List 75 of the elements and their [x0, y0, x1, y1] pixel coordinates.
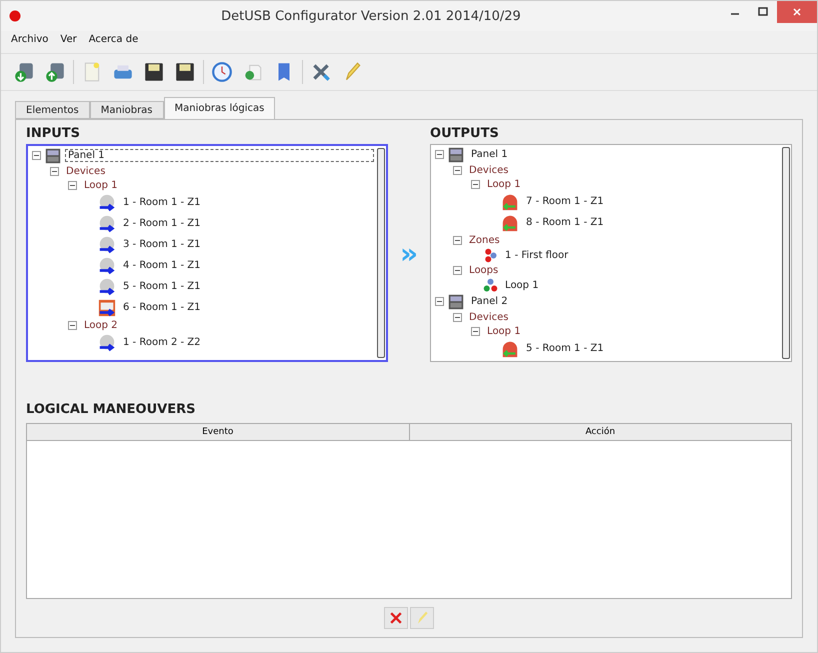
collapse-toggle-icon[interactable] [68, 180, 77, 190]
tree-item[interactable]: Loop 1 [484, 324, 524, 338]
tree-item[interactable]: Devices [466, 310, 512, 324]
scrollbar[interactable] [782, 147, 790, 359]
tree-item[interactable]: Panel 1 [468, 148, 511, 161]
collapse-toggle-icon[interactable] [50, 166, 59, 176]
collapse-toggle-icon[interactable] [68, 320, 77, 330]
collapse-toggle-icon[interactable] [435, 150, 444, 159]
tab[interactable]: Maniobras lógicas [164, 97, 276, 119]
detector-icon [98, 194, 116, 212]
tree-item[interactable]: 3 - Room 1 - Z1 [120, 238, 204, 251]
tree-item[interactable]: 1 - Room 1 - Z1 [120, 196, 204, 209]
tree-item[interactable]: Loop 2 [81, 318, 121, 332]
control-panel-icon [45, 148, 61, 164]
control-panel-icon [448, 146, 464, 162]
tree-item[interactable]: Devices [466, 164, 512, 176]
tab[interactable]: Elementos [15, 101, 90, 119]
scrollbar[interactable] [376, 148, 385, 358]
menu-item[interactable]: Acerca de [84, 34, 142, 50]
sounder-icon [501, 340, 520, 358]
tree-item[interactable]: 1 - Room 2 - Z2 [120, 336, 204, 349]
download-icon [13, 61, 35, 83]
upload-icon [44, 61, 66, 83]
column-header[interactable]: Evento [27, 424, 410, 441]
detector-icon [98, 278, 116, 296]
tree-item[interactable]: 4 - Room 1 - Z1 [120, 259, 204, 272]
tree-item[interactable]: 6 - Room 1 - Z1 [120, 301, 204, 314]
control-panel-icon [448, 294, 464, 310]
window-title: DetUSB Configurator Version 2.01 2014/10/29 [220, 8, 522, 24]
tree-item[interactable]: Panel 1 [65, 149, 374, 162]
zone-icon [483, 248, 498, 262]
sounder-icon [501, 192, 520, 210]
cross-icon [388, 610, 404, 626]
delete-button[interactable] [384, 607, 408, 629]
column-header[interactable]: Acción [410, 424, 791, 441]
detector-icon [98, 214, 116, 232]
menu-item[interactable]: Ver [56, 34, 81, 50]
tree-item[interactable]: 2 - Room 1 - Z1 [120, 217, 204, 230]
collapse-toggle-icon[interactable] [453, 312, 462, 322]
tree-item[interactable]: Panel 2 [468, 295, 511, 308]
app-icon [9, 10, 21, 22]
call-point-icon [98, 298, 116, 316]
clock-icon [211, 61, 233, 83]
collapse-toggle-icon[interactable] [471, 180, 480, 188]
tree-item[interactable]: 8 - Room 1 - Z1 [523, 216, 607, 229]
sounder-icon [501, 214, 520, 232]
tree-item[interactable]: Loop 1 [502, 278, 542, 292]
tree-item[interactable]: 5 - Room 1 - Z1 [120, 280, 204, 293]
tree-item[interactable]: Loop 1 [484, 178, 524, 190]
tree-item[interactable]: 1 - First floor [502, 248, 572, 262]
collapse-toggle-icon[interactable] [453, 236, 462, 244]
loop-icon [483, 278, 498, 292]
collapse-toggle-icon[interactable] [435, 297, 444, 306]
tree-item[interactable]: Zones [466, 234, 503, 246]
tree-item[interactable]: Devices [63, 164, 108, 178]
collapse-toggle-icon[interactable] [453, 266, 462, 274]
section-title: INPUTS [26, 126, 82, 141]
collapse-toggle-icon[interactable] [471, 326, 480, 336]
tree-view[interactable]: Panel 1 Devices Loop 1 1 - Room 1 - Z1 2 - Room 1 - Z1 3 - Room 1 - Z1 4 - Room 1 - Z1 5 - Room 1 - Z1 6 - Room 1 - Z1 Loop 2 1 - Room 2 - Z2 [26, 144, 388, 362]
tree-item[interactable]: 5 - Room 1 - Z1 [523, 342, 607, 355]
detector-icon [98, 236, 116, 254]
detector-icon [98, 334, 116, 352]
tree-item[interactable]: Loop 1 [81, 178, 121, 192]
collapse-toggle-icon[interactable] [32, 151, 41, 160]
collapse-toggle-icon[interactable] [453, 166, 462, 174]
section-title: OUTPUTS [430, 126, 500, 141]
section-title: LOGICAL MANEOUVERS [26, 402, 196, 417]
tree-view[interactable]: Panel 1 Devices Loop 1 7 - Room 1 - Z1 8 - Room 1 - Z1 Zones 1 - First floor Loops Loop 1 Panel 2 Devices Loop 1 5 - Room 1 - Z1 [430, 144, 792, 362]
tab[interactable]: Maniobras [90, 101, 164, 119]
close-icon [792, 7, 802, 17]
menu-item[interactable]: Archivo [7, 34, 52, 50]
tree-item[interactable]: 7 - Room 1 - Z1 [523, 195, 607, 208]
tree-item[interactable]: Loops [466, 264, 502, 276]
maximize-icon [758, 7, 768, 17]
detector-icon [98, 256, 116, 274]
